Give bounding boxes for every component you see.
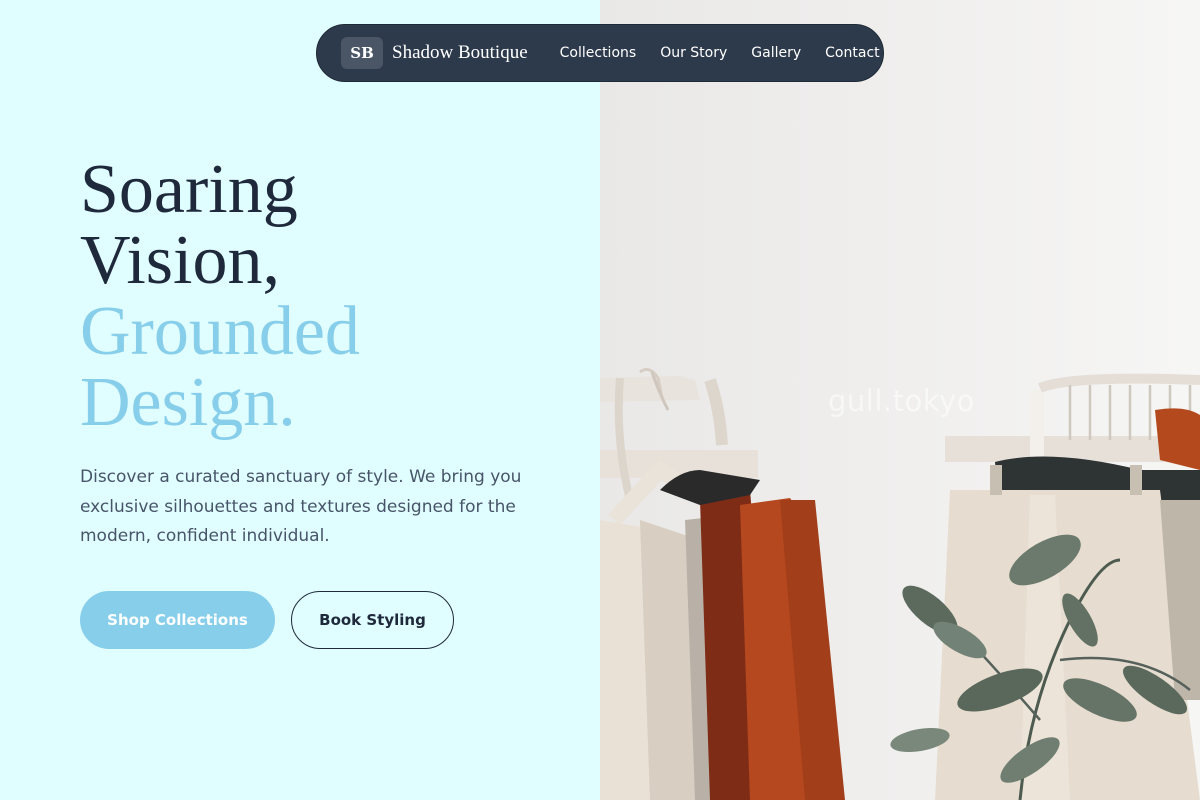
book-styling-button[interactable]: Book Styling (291, 591, 454, 649)
top-navigation: SB Shadow Boutique Collections Our Story… (316, 24, 884, 82)
image-watermark: gull.tokyo (828, 384, 975, 418)
shop-collections-button[interactable]: Shop Collections (80, 591, 275, 649)
nav-link-contact[interactable]: Contact (825, 45, 879, 61)
nav-link-gallery[interactable]: Gallery (751, 45, 801, 61)
hero-image: gull.tokyo (600, 0, 1200, 800)
hero-title-line-3: Grounded (80, 293, 360, 370)
hero-title-line-1: Soaring (80, 151, 298, 228)
brand-logo[interactable]: SB (341, 37, 383, 69)
nav-link-our-story[interactable]: Our Story (660, 45, 727, 61)
hero-title: Soaring Vision, Grounded Design. (80, 154, 360, 438)
hero-title-line-4: Design. (80, 364, 296, 441)
nav-link-collections[interactable]: Collections (560, 45, 637, 61)
brand-name[interactable]: Shadow Boutique (392, 42, 528, 64)
hero-title-line-2: Vision, (80, 222, 280, 299)
hero-description: Discover a curated sanctuary of style. W… (80, 467, 522, 546)
nav-links: Collections Our Story Gallery Contact (560, 45, 880, 61)
